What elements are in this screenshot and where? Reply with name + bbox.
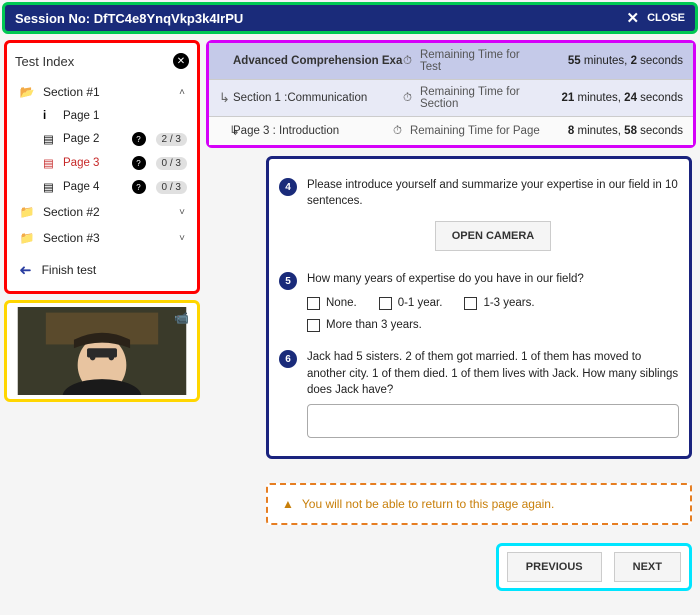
page-3-row[interactable]: ▤ Page 3 ? 0 / 3 [15, 151, 189, 175]
recording-icon: 📹 [174, 311, 189, 325]
nav-buttons: PREVIOUS NEXT [496, 543, 692, 591]
close-icon: ✕ [627, 9, 640, 27]
page-4-count: 0 / 3 [156, 181, 187, 194]
question-6-number: 6 [279, 350, 297, 368]
info-icon: i [43, 110, 57, 122]
folder-open-icon: 📂 [19, 85, 35, 99]
previous-button[interactable]: PREVIOUS [507, 552, 602, 582]
folder-icon: 📁 [19, 231, 35, 245]
chevron-down-icon: ˅ [179, 233, 185, 244]
finish-test-button[interactable]: ➜ Finish test [15, 251, 189, 281]
question-4-text: Please introduce yourself and summarize … [307, 177, 679, 209]
page-timer: 8 minutes, 58 seconds [543, 125, 683, 137]
help-icon: ? [132, 132, 146, 146]
next-button[interactable]: NEXT [614, 552, 681, 582]
subdir-icon: ↳ [219, 123, 233, 139]
test-index-panel: Test Index ✕ 📂 Section #1 ˄ i Page 1 ▤ P… [4, 40, 200, 294]
page-2-count: 2 / 3 [156, 133, 187, 146]
page-2-row[interactable]: ▤ Page 2 ? 2 / 3 [15, 127, 189, 151]
chevron-up-icon: ˄ [179, 87, 185, 98]
webcam-panel: 📹 [4, 300, 200, 402]
option-1-3[interactable]: 1-3 years. [464, 295, 534, 311]
checkbox-icon [307, 319, 320, 332]
help-icon: ? [132, 156, 146, 170]
close-index-icon[interactable]: ✕ [173, 53, 189, 69]
question-5-text: How many years of expertise do you have … [307, 271, 679, 287]
timer-header: Advanced Comprehension Exam ⏱Remaining T… [206, 40, 696, 148]
section-1-row[interactable]: 📂 Section #1 ˄ [15, 79, 189, 105]
clock-icon: ⏱ [393, 125, 402, 138]
checkbox-icon [307, 297, 320, 310]
warning-icon: ▲ [282, 497, 294, 511]
exit-icon: ➜ [19, 261, 32, 279]
question-6-text: Jack had 5 sisters. 2 of them got marrie… [307, 349, 679, 397]
page-4-row[interactable]: ▤ Page 4 ? 0 / 3 [15, 175, 189, 199]
section-timer: 21 minutes, 24 seconds [543, 92, 683, 104]
section-2-row[interactable]: 📁 Section #2 ˅ [15, 199, 189, 225]
warning-text: You will not be able to return to this p… [302, 497, 554, 511]
question-5-number: 5 [279, 272, 297, 290]
questions-panel: 4 Please introduce yourself and summariz… [266, 156, 692, 459]
chevron-down-icon: ˅ [179, 207, 185, 218]
doc-icon: ▤ [43, 180, 57, 194]
session-header: Session No: DfTC4e8YnqVkp3k4IrPU ✕ CLOSE [2, 2, 698, 34]
close-button[interactable]: ✕ CLOSE [627, 9, 685, 27]
session-label: Session No: DfTC4e8YnqVkp3k4IrPU [15, 11, 243, 26]
folder-icon: 📁 [19, 205, 35, 219]
help-icon: ? [132, 180, 146, 194]
close-label: CLOSE [647, 12, 685, 24]
option-0-1[interactable]: 0-1 year. [379, 295, 443, 311]
doc-icon: ▤ [43, 156, 57, 170]
option-more-3[interactable]: More than 3 years. [307, 317, 679, 333]
clock-icon: ⏱ [403, 55, 412, 68]
question-6-input[interactable] [307, 404, 679, 438]
page-1-row[interactable]: i Page 1 [15, 105, 189, 127]
doc-icon: ▤ [43, 132, 57, 146]
option-none[interactable]: None. [307, 295, 357, 311]
open-camera-button[interactable]: OPEN CAMERA [435, 221, 552, 251]
question-4-number: 4 [279, 178, 297, 196]
checkbox-icon [464, 297, 477, 310]
checkbox-icon [379, 297, 392, 310]
test-index-title: Test Index [15, 54, 74, 69]
page-title: Page 3 : Introduction [233, 125, 393, 137]
subdir-icon: ↳ [219, 90, 233, 106]
test-timer: 55 minutes, 2 seconds [543, 55, 683, 67]
section-3-row[interactable]: 📁 Section #3 ˅ [15, 225, 189, 251]
exam-title: Advanced Comprehension Exam [233, 55, 403, 67]
page-3-count: 0 / 3 [156, 157, 187, 170]
clock-icon: ⏱ [403, 92, 412, 105]
section-title: Section 1 :Communication [233, 92, 403, 104]
warning-banner: ▲ You will not be able to return to this… [266, 483, 692, 525]
webcam-feed [11, 307, 193, 395]
